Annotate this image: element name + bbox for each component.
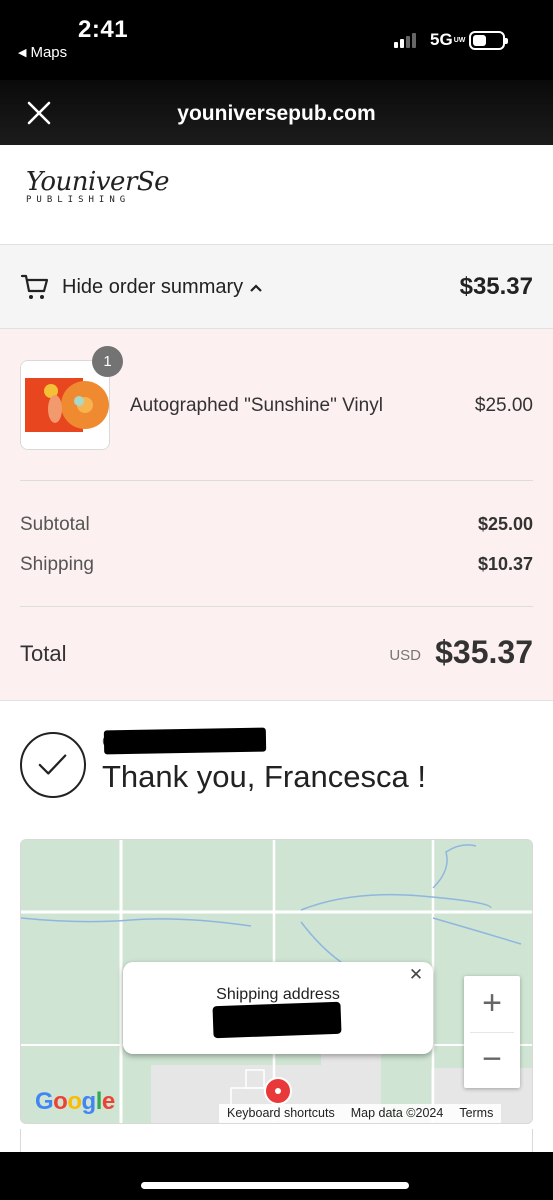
total-currency: USD — [389, 647, 421, 664]
network-sub-label: UW — [453, 36, 466, 44]
keyboard-shortcuts-link[interactable]: Keyboard shortcuts — [219, 1104, 343, 1123]
map-data-label: Map data ©2024 — [350, 1106, 444, 1120]
toggle-total: $35.37 — [459, 273, 533, 300]
shipping-address-popup: Shipping address us ✕ — [123, 962, 433, 1054]
product-thumbnail — [20, 360, 110, 450]
map-zoom-controls: + − — [464, 976, 520, 1088]
store-logo[interactable]: YouniverSe PUBLISHING — [26, 167, 170, 205]
redacted-order-number — [103, 727, 267, 755]
network-indicator: 5G UW — [430, 30, 466, 50]
product-price: $25.00 — [474, 395, 533, 416]
product-name: Autographed "Sunshine" Vinyl — [130, 395, 383, 416]
popup-close-icon[interactable]: ✕ — [405, 964, 427, 986]
zoom-out-button[interactable]: − — [464, 1032, 520, 1088]
chevron-up-icon — [250, 283, 262, 292]
battery-icon — [469, 31, 508, 50]
checkout-page: YouniverSe PUBLISHING Hide order summary… — [0, 145, 553, 1152]
status-bar: 2:41 ◀ Maps 5G UW — [0, 0, 553, 80]
signal-strength-icon — [394, 32, 416, 48]
zoom-in-button[interactable]: + — [464, 976, 520, 1032]
back-triangle-icon: ◀ — [18, 47, 27, 59]
shipping-label: Shipping — [20, 554, 94, 575]
popup-title: Shipping address — [216, 986, 340, 1003]
order-summary: 1 Autographed "Sunshine" Vinyl $25.00 Su… — [0, 329, 553, 701]
shipping-map[interactable]: Shipping address us ✕ + − Google Keyboar… — [20, 839, 533, 1124]
toggle-label: Hide order summary — [62, 276, 244, 298]
google-logo[interactable]: Google — [35, 1088, 115, 1116]
order-summary-toggle[interactable]: Hide order summary $35.37 — [0, 245, 553, 329]
home-bar-area — [0, 1152, 553, 1200]
map-attribution: Keyboard shortcuts Map data ©2024 Terms — [219, 1104, 502, 1123]
subtotal-label: Subtotal — [20, 514, 90, 535]
thank-you-heading: Thank you, Francesca ! — [102, 759, 426, 794]
clock: 2:41 — [78, 16, 129, 43]
terms-link[interactable]: Terms — [451, 1104, 501, 1123]
page-url: youniversepub.com — [177, 102, 376, 125]
home-indicator[interactable] — [141, 1182, 409, 1189]
network-label: 5G — [430, 30, 453, 49]
total-value: $35.37 — [435, 634, 533, 670]
map-card-continuation — [20, 1129, 533, 1152]
shipping-value: $10.37 — [477, 554, 533, 574]
cart-icon — [20, 274, 49, 299]
map-pin-icon[interactable] — [264, 1077, 292, 1105]
browser-bar: youniversepub.com — [0, 80, 553, 145]
back-app-label: Maps — [30, 44, 68, 61]
divider — [20, 606, 533, 607]
header: YouniverSe PUBLISHING — [0, 145, 553, 245]
total-label: Total — [20, 641, 67, 666]
quantity-badge: 1 — [92, 346, 123, 377]
subtotal-value: $25.00 — [477, 514, 533, 534]
back-to-app-link[interactable]: ◀ Maps — [18, 44, 67, 61]
check-circle-icon — [20, 732, 86, 798]
divider — [20, 480, 533, 481]
redacted-address — [212, 1001, 342, 1039]
logo-wordmark: YouniverSe — [26, 167, 170, 197]
